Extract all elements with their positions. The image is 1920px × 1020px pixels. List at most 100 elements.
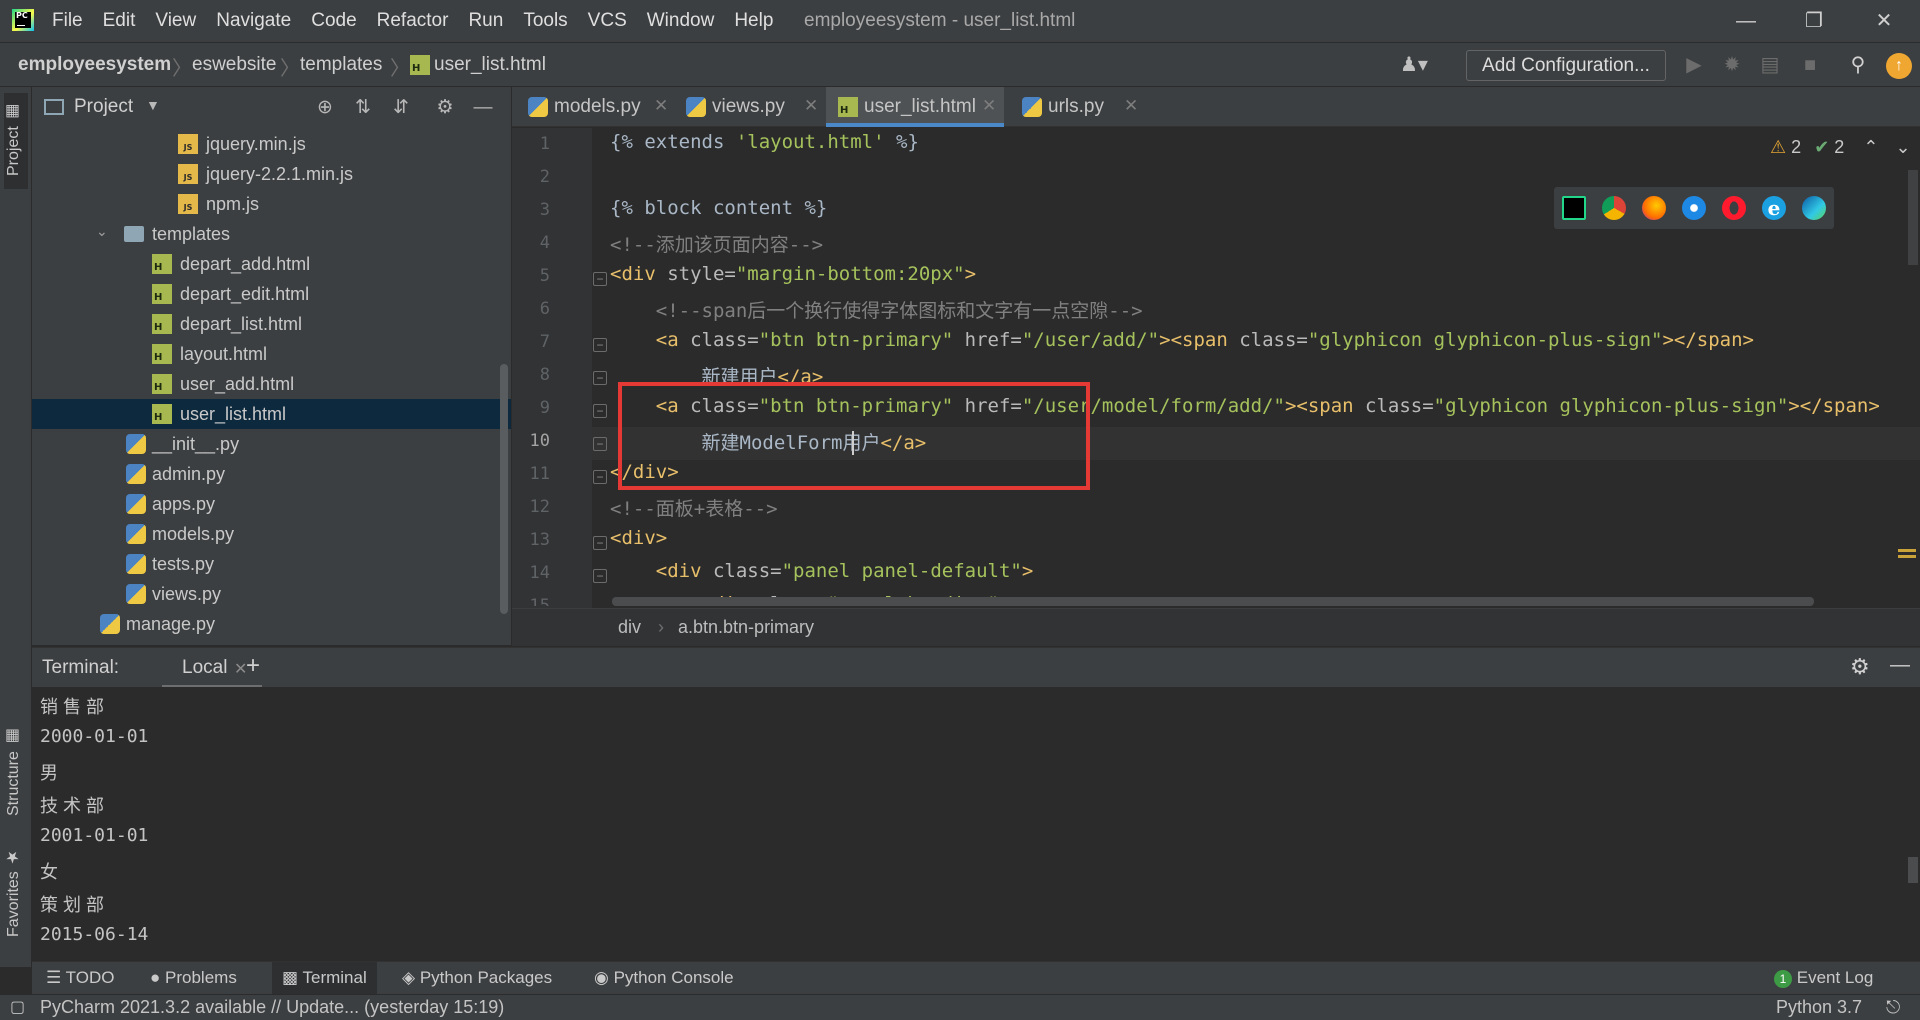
breadcrumb-eswebsite[interactable]: eswebsite: [192, 54, 277, 76]
fold-marker-icon[interactable]: −: [593, 404, 607, 418]
close-tab-icon[interactable]: ✕: [982, 96, 996, 116]
user-icon[interactable]: ♟▾: [1400, 53, 1428, 77]
code-line-14[interactable]: <div class="panel panel-default">: [610, 560, 1034, 582]
chrome-icon[interactable]: [1602, 196, 1626, 220]
tree-item[interactable]: tests.py: [32, 549, 511, 579]
coverage-icon[interactable]: ▤: [1758, 53, 1782, 77]
update-icon[interactable]: ↑: [1886, 53, 1912, 79]
close-window-button[interactable]: ✕: [1862, 4, 1906, 38]
pycharm-browser-icon[interactable]: [1562, 196, 1586, 220]
new-terminal-plus-icon[interactable]: +: [246, 652, 260, 680]
editor-horizontal-scrollbar[interactable]: [612, 597, 1814, 606]
tree-item[interactable]: views.py: [32, 579, 511, 609]
chevron-down-icon[interactable]: ⌄: [96, 223, 108, 240]
close-tab-icon[interactable]: ✕: [804, 96, 818, 116]
tab-urls-py[interactable]: urls.py ✕: [1012, 87, 1142, 127]
hide-panel-icon[interactable]: —: [470, 95, 496, 121]
code-line-13[interactable]: <div>: [610, 527, 667, 549]
breadcrumb-templates[interactable]: templates: [300, 54, 382, 76]
stop-icon[interactable]: ■: [1798, 53, 1822, 77]
menu-window[interactable]: Window: [647, 10, 715, 32]
fold-marker-icon[interactable]: −: [593, 569, 607, 583]
collapse-all-icon[interactable]: ⇵: [388, 95, 414, 121]
toggle-tool-windows-icon[interactable]: ▢: [10, 997, 25, 1017]
tree-item-folder[interactable]: ⌄ templates: [32, 219, 511, 249]
error-stripe-marker[interactable]: [1898, 555, 1916, 558]
tool-python-packages[interactable]: ◈ Python Packages: [402, 968, 552, 988]
search-icon[interactable]: ⚲: [1846, 53, 1870, 77]
menu-file[interactable]: File: [52, 10, 83, 32]
tree-item[interactable]: H depart_edit.html: [32, 279, 511, 309]
expand-all-icon[interactable]: ⇅: [350, 95, 376, 121]
code-line-12[interactable]: <!--面板+表格-->: [610, 494, 778, 521]
locate-icon[interactable]: ⊕: [312, 95, 338, 121]
project-tool-tab[interactable]: Project ▦: [4, 93, 28, 189]
code-line-5[interactable]: <div style="margin-bottom:20px">: [610, 263, 976, 285]
tree-item[interactable]: JS jquery-2.2.1.min.js: [32, 159, 511, 189]
fold-marker-icon[interactable]: −: [593, 536, 607, 550]
fold-marker-icon[interactable]: −: [593, 338, 607, 352]
run-icon[interactable]: ▶: [1682, 53, 1706, 77]
menu-navigate[interactable]: Navigate: [216, 10, 291, 32]
project-scrollbar[interactable]: [500, 364, 508, 614]
fold-marker-icon[interactable]: −: [593, 437, 607, 451]
favorites-tool-tab[interactable]: Favorites ★: [4, 837, 28, 947]
tree-item[interactable]: H layout.html: [32, 339, 511, 369]
tab-views-py[interactable]: views.py ✕: [676, 87, 836, 127]
code-line-6[interactable]: <!--span后一个换行使得字体图标和文字有一点空隙-->: [610, 296, 1143, 323]
status-message[interactable]: PyCharm 2021.3.2 available // Update... …: [40, 997, 504, 1018]
project-panel-title[interactable]: Project: [74, 96, 133, 118]
lock-icon[interactable]: ⎋: [1886, 997, 1900, 1018]
breadcrumb-project[interactable]: employeesystem: [18, 54, 171, 76]
tool-problems[interactable]: ● Problems: [150, 968, 237, 988]
terminal-output[interactable]: 销 售 部 2000-01-01 男 技 术 部 2001-01-01 女 策 …: [32, 687, 1920, 955]
tree-item[interactable]: admin.py: [32, 459, 511, 489]
restore-button[interactable]: ❐: [1792, 4, 1836, 38]
tool-python-console[interactable]: ◉ Python Console: [594, 968, 734, 988]
python-interpreter[interactable]: Python 3.7: [1776, 997, 1862, 1018]
firefox-icon[interactable]: [1642, 196, 1666, 220]
edge-icon[interactable]: [1802, 196, 1826, 220]
breadcrumb-file[interactable]: user_list.html: [434, 54, 546, 76]
event-log[interactable]: 1 Event Log: [1774, 968, 1873, 988]
tab-user-list-html[interactable]: H user_list.html ✕: [826, 87, 1004, 127]
structure-tool-tab[interactable]: Structure ▦: [4, 717, 28, 827]
menu-refactor[interactable]: Refactor: [377, 10, 449, 32]
menu-help[interactable]: Help: [734, 10, 773, 32]
terminal-scrollbar[interactable]: [1908, 857, 1918, 883]
chevron-up-icon[interactable]: ⌃: [1863, 137, 1878, 157]
inspection-widget[interactable]: ⚠ 2 ✔ 2 ⌃ ⌄: [1770, 137, 1911, 158]
internet-explorer-icon[interactable]: e: [1762, 196, 1786, 220]
editor-crumb-element[interactable]: a.btn.btn-primary: [678, 617, 814, 638]
safari-icon[interactable]: [1682, 196, 1706, 220]
menu-tools[interactable]: Tools: [523, 10, 567, 32]
tree-item[interactable]: apps.py: [32, 489, 511, 519]
code-line-4[interactable]: <!--添加该页面内容-->: [610, 230, 823, 257]
tree-item[interactable]: manage.py: [32, 609, 511, 639]
tree-item[interactable]: H depart_list.html: [32, 309, 511, 339]
fold-marker-icon[interactable]: −: [593, 470, 607, 484]
code-line-1[interactable]: {% extends 'layout.html' %}: [610, 131, 919, 153]
menu-vcs[interactable]: VCS: [588, 10, 627, 32]
code-line-7[interactable]: <a class="btn btn-primary" href="/user/a…: [610, 329, 1754, 351]
tab-models-py[interactable]: models.py ✕: [512, 87, 672, 127]
close-tab-icon[interactable]: ✕: [654, 96, 668, 116]
fold-marker-icon[interactable]: −: [593, 272, 607, 286]
close-tab-icon[interactable]: ✕: [1124, 96, 1138, 116]
tree-item-selected[interactable]: H user_list.html: [32, 399, 511, 429]
minimize-button[interactable]: —: [1724, 4, 1768, 38]
menu-code[interactable]: Code: [311, 10, 356, 32]
fold-marker-icon[interactable]: −: [593, 371, 607, 385]
menu-run[interactable]: Run: [468, 10, 503, 32]
code-line-3[interactable]: {% block content %}: [610, 197, 827, 219]
tree-item[interactable]: JS jquery.min.js: [32, 129, 511, 159]
debug-icon[interactable]: ✹: [1720, 53, 1744, 77]
add-configuration-button[interactable]: Add Configuration...: [1466, 50, 1666, 81]
editor-vertical-scrollbar[interactable]: [1908, 170, 1918, 265]
chevron-down-icon[interactable]: ▼: [146, 97, 160, 113]
tree-item[interactable]: models.py: [32, 519, 511, 549]
tree-item[interactable]: __init__.py: [32, 429, 511, 459]
tree-item[interactable]: H depart_add.html: [32, 249, 511, 279]
chevron-down-icon[interactable]: ⌄: [1895, 137, 1910, 157]
menu-edit[interactable]: Edit: [103, 10, 136, 32]
